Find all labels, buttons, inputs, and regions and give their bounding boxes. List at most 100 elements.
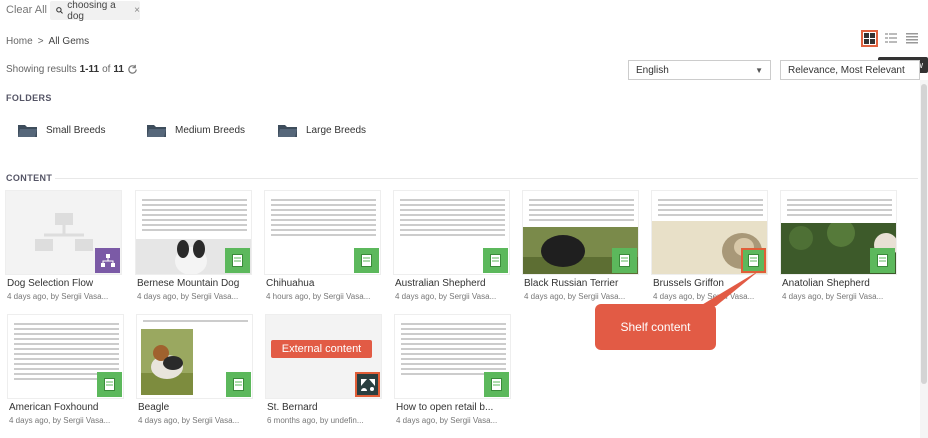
grid-icon: [864, 33, 875, 44]
list-view-button[interactable]: [882, 30, 899, 47]
document-icon: [748, 254, 759, 267]
card-thumbnail: [522, 190, 639, 275]
results-prefix: Showing results: [6, 64, 77, 75]
doc-preview: [400, 199, 505, 239]
language-select[interactable]: English ▼: [628, 60, 771, 80]
card-beagle[interactable]: Beagle 4 days ago, by Sergii Vasa...: [136, 314, 253, 429]
card-thumbnail: [264, 190, 381, 275]
folder-medium-breeds[interactable]: Medium Breeds: [147, 123, 245, 137]
sort-select-value: Relevance, Most Relevant: [788, 65, 905, 76]
folder-large-breeds[interactable]: Large Breeds: [278, 123, 366, 137]
document-icon: [104, 378, 115, 391]
card-thumbnail: [393, 190, 510, 275]
document-icon: [361, 254, 372, 267]
document-icon: [490, 254, 501, 267]
flow-badge: [95, 248, 120, 273]
doc-preview: [401, 323, 506, 378]
card-title: Dog Selection Flow: [7, 278, 94, 289]
search-icon: [56, 7, 63, 14]
card-st-bernard[interactable]: St. Bernard 6 months ago, by undefin...: [265, 314, 382, 429]
results-summary: Showing results 1-11 of 11: [6, 64, 138, 75]
card-meta: 4 days ago, by Sergii Vasa...: [524, 292, 626, 301]
sort-select[interactable]: Relevance, Most Relevant: [780, 60, 920, 80]
shelf-badge: [612, 248, 637, 273]
folders-heading: FOLDERS: [6, 93, 52, 103]
card-dog-selection-flow[interactable]: Dog Selection Flow 4 days ago, by Sergii…: [5, 190, 122, 305]
card-open-retail[interactable]: How to open retail b... 4 days ago, by S…: [394, 314, 511, 429]
shelf-badge: [870, 248, 895, 273]
shelf-badge: [483, 248, 508, 273]
document-icon: [491, 378, 502, 391]
language-select-value: English: [636, 65, 669, 76]
search-chip[interactable]: choosing a dog ×: [50, 0, 140, 22]
doc-preview: [658, 199, 763, 219]
card-meta: 4 days ago, by Sergii Vasa...: [137, 292, 239, 301]
compact-view-button[interactable]: [903, 30, 920, 47]
content-heading: CONTENT: [6, 173, 53, 183]
card-title: American Foxhound: [9, 402, 99, 413]
card-title: Beagle: [138, 402, 170, 413]
card-title: How to open retail b...: [396, 402, 494, 413]
card-black-russian-terrier[interactable]: Black Russian Terrier 4 days ago, by Ser…: [522, 190, 639, 305]
results-range: 1-11: [79, 64, 100, 75]
card-title: Australian Shepherd: [395, 278, 486, 289]
card-chihuahua[interactable]: Chihuahua 4 hours ago, by Sergii Vasa...: [264, 190, 381, 305]
card-meta: 4 hours ago, by Sergii Vasa...: [266, 292, 371, 301]
card-american-foxhound[interactable]: American Foxhound 4 days ago, by Sergii …: [7, 314, 124, 429]
callout-pointer: [700, 270, 760, 306]
card-meta: 4 days ago, by Sergii Vasa...: [9, 416, 111, 425]
chevron-down-icon: ▼: [755, 66, 763, 75]
folder-label: Small Breeds: [46, 124, 106, 136]
divider: [55, 178, 918, 179]
card-thumbnail: [780, 190, 897, 275]
menu-lines-icon: [905, 33, 918, 44]
doc-preview: [529, 199, 634, 224]
card-thumbnail: [394, 314, 511, 399]
card-meta: 4 days ago, by Sergii Vasa...: [396, 416, 498, 425]
card-thumbnail: [135, 190, 252, 275]
zendesk-badge: [355, 372, 380, 397]
card-title: St. Bernard: [267, 402, 318, 413]
folder-icon: [18, 125, 37, 137]
card-title: Black Russian Terrier: [524, 278, 619, 289]
shelf-badge: [484, 372, 509, 397]
shelf-badge: [226, 372, 251, 397]
close-icon[interactable]: ×: [134, 5, 140, 16]
results-total: 11: [113, 64, 124, 75]
doc-preview: [787, 199, 892, 219]
folder-small-breeds[interactable]: Small Breeds: [18, 123, 105, 137]
breadcrumb-home[interactable]: Home: [6, 36, 33, 47]
search-chip-label: choosing a dog: [67, 0, 116, 22]
clear-all-link[interactable]: Clear All: [6, 4, 47, 16]
card-thumbnail: [5, 190, 122, 275]
refresh-icon[interactable]: [127, 64, 138, 75]
folder-label: Large Breeds: [306, 124, 367, 136]
card-meta: 4 days ago, by Sergii Vasa...: [138, 416, 240, 425]
card-australian-shepherd[interactable]: Australian Shepherd 4 days ago, by Sergi…: [393, 190, 510, 305]
card-title: Chihuahua: [266, 278, 315, 289]
shelf-badge: [354, 248, 379, 273]
zendesk-icon: [360, 378, 375, 391]
card-view-button[interactable]: [861, 30, 878, 47]
card-meta: 4 days ago, by Sergii Vasa...: [7, 292, 109, 301]
card-thumbnail: [136, 314, 253, 399]
breadcrumb-current: All Gems: [48, 36, 90, 47]
doc-preview: [143, 320, 248, 325]
view-toggle: [861, 30, 920, 47]
scrollbar-thumb[interactable]: [921, 84, 927, 384]
card-meta: 6 months ago, by undefin...: [267, 416, 364, 425]
shelf-badge: [97, 372, 122, 397]
card-thumbnail: [7, 314, 124, 399]
card-bernese-mountain-dog[interactable]: Bernese Mountain Dog 4 days ago, by Serg…: [135, 190, 252, 305]
card-anatolian-shepherd[interactable]: Anatolian Shepherd 4 days ago, by Sergii…: [780, 190, 897, 305]
folder-label: Medium Breeds: [175, 124, 246, 136]
top-bar: Clear All choosing a dog ×: [0, 0, 928, 22]
flowchart-icon: [100, 253, 115, 267]
dog-photo: [141, 329, 193, 395]
card-meta: 4 days ago, by Sergii Vasa...: [782, 292, 884, 301]
breadcrumb-separator: >: [37, 36, 44, 47]
shelf-content-callout: Shelf content: [595, 304, 716, 350]
folder-icon: [147, 125, 166, 137]
card-meta: 4 days ago, by Sergii Vasa...: [395, 292, 497, 301]
scrollbar[interactable]: [920, 80, 928, 438]
